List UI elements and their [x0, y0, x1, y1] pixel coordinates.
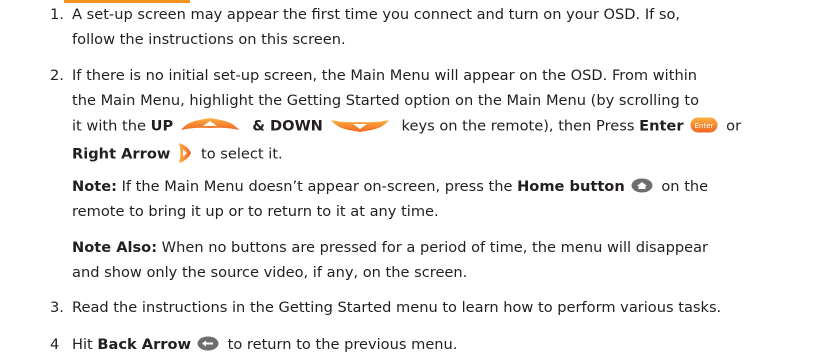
enter-key-label: Enter: [639, 117, 684, 135]
step-text: follow the instructions on this screen.: [72, 31, 346, 48]
note-text: remote to bring it up or to return to it…: [72, 203, 439, 220]
step-4-line: 4 Hit Back Arrow to return to the previou…: [50, 336, 457, 354]
note-1-line-2: remote to bring it up or to return to it…: [72, 203, 439, 221]
step-number: 1.: [50, 6, 64, 23]
step-text: If there is no initial set-up screen, th…: [72, 67, 698, 84]
note-text: When no buttons are pressed for a period…: [157, 239, 709, 256]
step-text: Read the instructions in the Getting Sta…: [72, 299, 722, 316]
step-text: Hit: [72, 336, 98, 353]
note-text: on the: [656, 178, 709, 195]
note-2-line-1: Note Also: When no buttons are pressed f…: [72, 239, 708, 257]
step-text: it with the: [72, 117, 151, 135]
step-3-line: 3. Read the instructions in the Getting S…: [50, 299, 721, 317]
right-arrow-key-label: Right Arrow: [72, 145, 171, 163]
amp: &: [247, 117, 271, 135]
step-1-line-1: 1. A set-up screen may appear the first t…: [50, 6, 680, 24]
step-text: to select it.: [196, 145, 283, 163]
step-2-line-4: Right Arrow to select it.: [72, 142, 283, 167]
step-2-line-1: 2. If there is no initial set-up screen, …: [50, 67, 697, 85]
enter-key-text: Enter: [694, 122, 713, 130]
step-text: or: [721, 117, 742, 135]
step-number: 2.: [50, 67, 64, 84]
step-text: the Main Menu, highlight the Getting Sta…: [72, 92, 700, 109]
down-key-label: DOWN: [270, 117, 323, 135]
step-number: 3.: [50, 299, 64, 316]
accent-rule: [64, 0, 190, 3]
step-2-line-2: the Main Menu, highlight the Getting Sta…: [72, 92, 699, 110]
down-key-icon: [329, 117, 391, 133]
step-1-line-2: follow the instructions on this screen.: [72, 31, 346, 49]
home-key-icon: [631, 178, 653, 193]
back-arrow-key-label: Back Arrow: [97, 336, 191, 353]
home-button-label: Home button: [517, 178, 625, 195]
step-text: A set-up screen may appear the first tim…: [72, 6, 681, 23]
step-number: 4: [50, 336, 60, 353]
note-text: If the Main Menu doesn’t appear on-scree…: [116, 178, 518, 195]
right-arrow-key-icon: [176, 142, 192, 164]
up-key-label: UP: [150, 117, 174, 135]
step-2-line-3: it with the UP & DOWN keys on the remote…: [72, 117, 741, 136]
up-key-icon: [179, 117, 241, 133]
note-label: Note:: [72, 178, 117, 195]
note-also-label: Note Also:: [72, 239, 158, 256]
enter-key-icon: Enter: [690, 117, 718, 133]
note-text: and show only the source video, if any, …: [72, 264, 468, 281]
back-arrow-key-icon: [197, 336, 219, 351]
step-text: keys on the remote), then Press: [396, 117, 640, 135]
step-text: to return to the previous menu.: [223, 336, 458, 353]
note-1-line-1: Note: If the Main Menu doesn’t appear on…: [72, 178, 708, 196]
note-2-line-2: and show only the source video, if any, …: [72, 264, 467, 282]
